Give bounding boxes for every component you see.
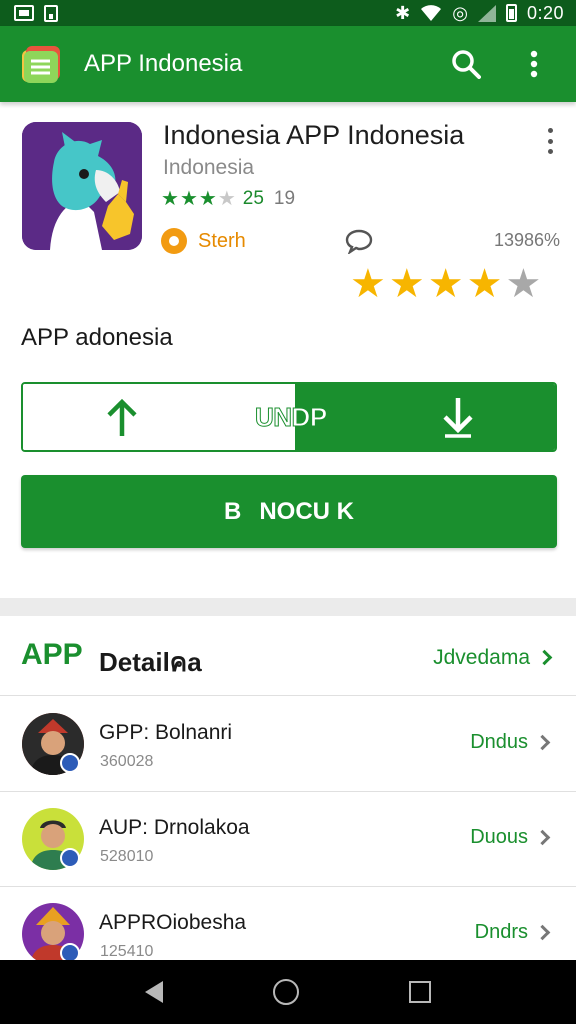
chevron-right-icon xyxy=(534,734,551,751)
star-icon: ★ xyxy=(427,262,464,306)
app-bar-title: APP Indonesia xyxy=(84,50,243,77)
star-icon: ★ xyxy=(388,262,425,306)
list-item-title: APPROiobesha xyxy=(99,911,247,934)
install-label: NOCU K xyxy=(259,497,354,525)
big-star-rating[interactable]: ★ ★ ★ ★ ★ xyxy=(350,264,544,304)
list-item-subtitle: 125410 xyxy=(100,943,154,960)
chevron-right-icon xyxy=(536,649,553,666)
signal-icon xyxy=(477,4,496,22)
verified-badge-icon xyxy=(60,753,80,773)
recent-apps-icon[interactable] xyxy=(409,981,431,1003)
update-label: UNDP xyxy=(255,402,328,433)
details-heading: Detailคa xyxy=(99,647,202,677)
star-icon: ★ xyxy=(198,188,217,210)
arrow-up-icon xyxy=(107,398,137,436)
store-logo-icon xyxy=(20,42,64,86)
back-icon[interactable] xyxy=(145,981,163,1003)
install-button[interactable]: B NOCU K xyxy=(21,475,557,548)
star-icon: ★ xyxy=(466,262,503,306)
list-item-subtitle: 528010 xyxy=(100,848,154,865)
app-bar: APP Indonesia xyxy=(0,26,576,102)
vibrate-icon: ◎ xyxy=(452,3,468,23)
app-details-screen: ✱ ◎ 0:20 APP Indonesia Indonesia APP Ind… xyxy=(0,0,576,1024)
search-icon xyxy=(452,50,481,79)
wifi-icon xyxy=(421,5,442,21)
verified-badge-icon xyxy=(60,848,80,868)
rating-count: 19 xyxy=(273,188,296,209)
app-developer[interactable]: Indonesia xyxy=(163,156,254,180)
chevron-right-icon xyxy=(534,924,551,941)
app-icon[interactable] xyxy=(22,122,142,250)
status-left xyxy=(14,4,58,22)
app-tagline: APP adonesia xyxy=(21,324,173,351)
system-nav-bar xyxy=(0,960,576,1024)
install-glyph: B xyxy=(223,497,242,525)
mini-rating: ★ ★ ★ ★ 25 19 xyxy=(161,188,295,210)
star-empty-icon: ★ xyxy=(505,262,542,306)
update-button[interactable]: UNDP xyxy=(21,382,557,452)
list-item-action[interactable]: Dndus xyxy=(470,731,528,754)
overflow-dot xyxy=(547,149,553,154)
list-item[interactable]: GPP: Bolnanri 360028 Dndus xyxy=(0,697,576,792)
details-header: APP Detailคa Jdvedama xyxy=(0,616,576,696)
list-item-action[interactable]: Dndrs xyxy=(475,921,528,944)
chevron-right-icon xyxy=(534,829,551,846)
list-item-title: GPP: Bolnanri xyxy=(99,721,233,744)
star-empty-icon: ★ xyxy=(217,188,236,210)
search-button[interactable] xyxy=(444,42,488,86)
star-icon: ★ xyxy=(179,188,198,210)
bluetooth-icon: ✱ xyxy=(395,3,411,23)
chat-bubble-icon xyxy=(345,229,373,254)
details-more-link[interactable]: Jdvedama xyxy=(433,646,530,670)
status-bar: ✱ ◎ 0:20 xyxy=(0,0,576,26)
rating-value: 25 xyxy=(242,188,264,209)
arrow-down-icon xyxy=(443,398,473,438)
overflow-menu-button[interactable] xyxy=(512,42,556,86)
app-name: Indonesia APP Indonesia xyxy=(163,120,465,150)
app-overflow-button[interactable] xyxy=(538,126,562,156)
home-icon[interactable] xyxy=(273,979,299,1005)
update-right-half xyxy=(295,384,555,450)
more-vert-icon xyxy=(530,50,538,78)
app-header: Indonesia APP Indonesia Indonesia ★ ★ ★ … xyxy=(22,118,562,308)
list-item[interactable]: AUP: Drnolakoa 528010 Duous xyxy=(0,792,576,887)
overflow-dot xyxy=(547,128,553,133)
battery-icon xyxy=(505,4,517,22)
photo-notification-icon xyxy=(14,5,34,21)
sd-card-notification-icon xyxy=(44,4,58,22)
badge-icon xyxy=(161,228,187,254)
overflow-dot xyxy=(547,138,553,144)
list-item-title: AUP: Drnolakoa xyxy=(99,816,250,839)
download-percent: 13986% xyxy=(493,230,560,250)
star-icon: ★ xyxy=(350,262,386,306)
editors-badge: Sterh xyxy=(161,228,246,254)
section-divider xyxy=(0,598,576,616)
status-right: ✱ ◎ 0:20 xyxy=(395,3,564,24)
star-icon: ★ xyxy=(161,188,179,210)
details-heading-accent: APP xyxy=(21,638,83,671)
list-item-action[interactable]: Duous xyxy=(470,826,528,849)
list-item-subtitle: 360028 xyxy=(100,753,154,770)
badge-label: Sterh xyxy=(198,229,246,252)
status-time: 0:20 xyxy=(526,2,564,23)
